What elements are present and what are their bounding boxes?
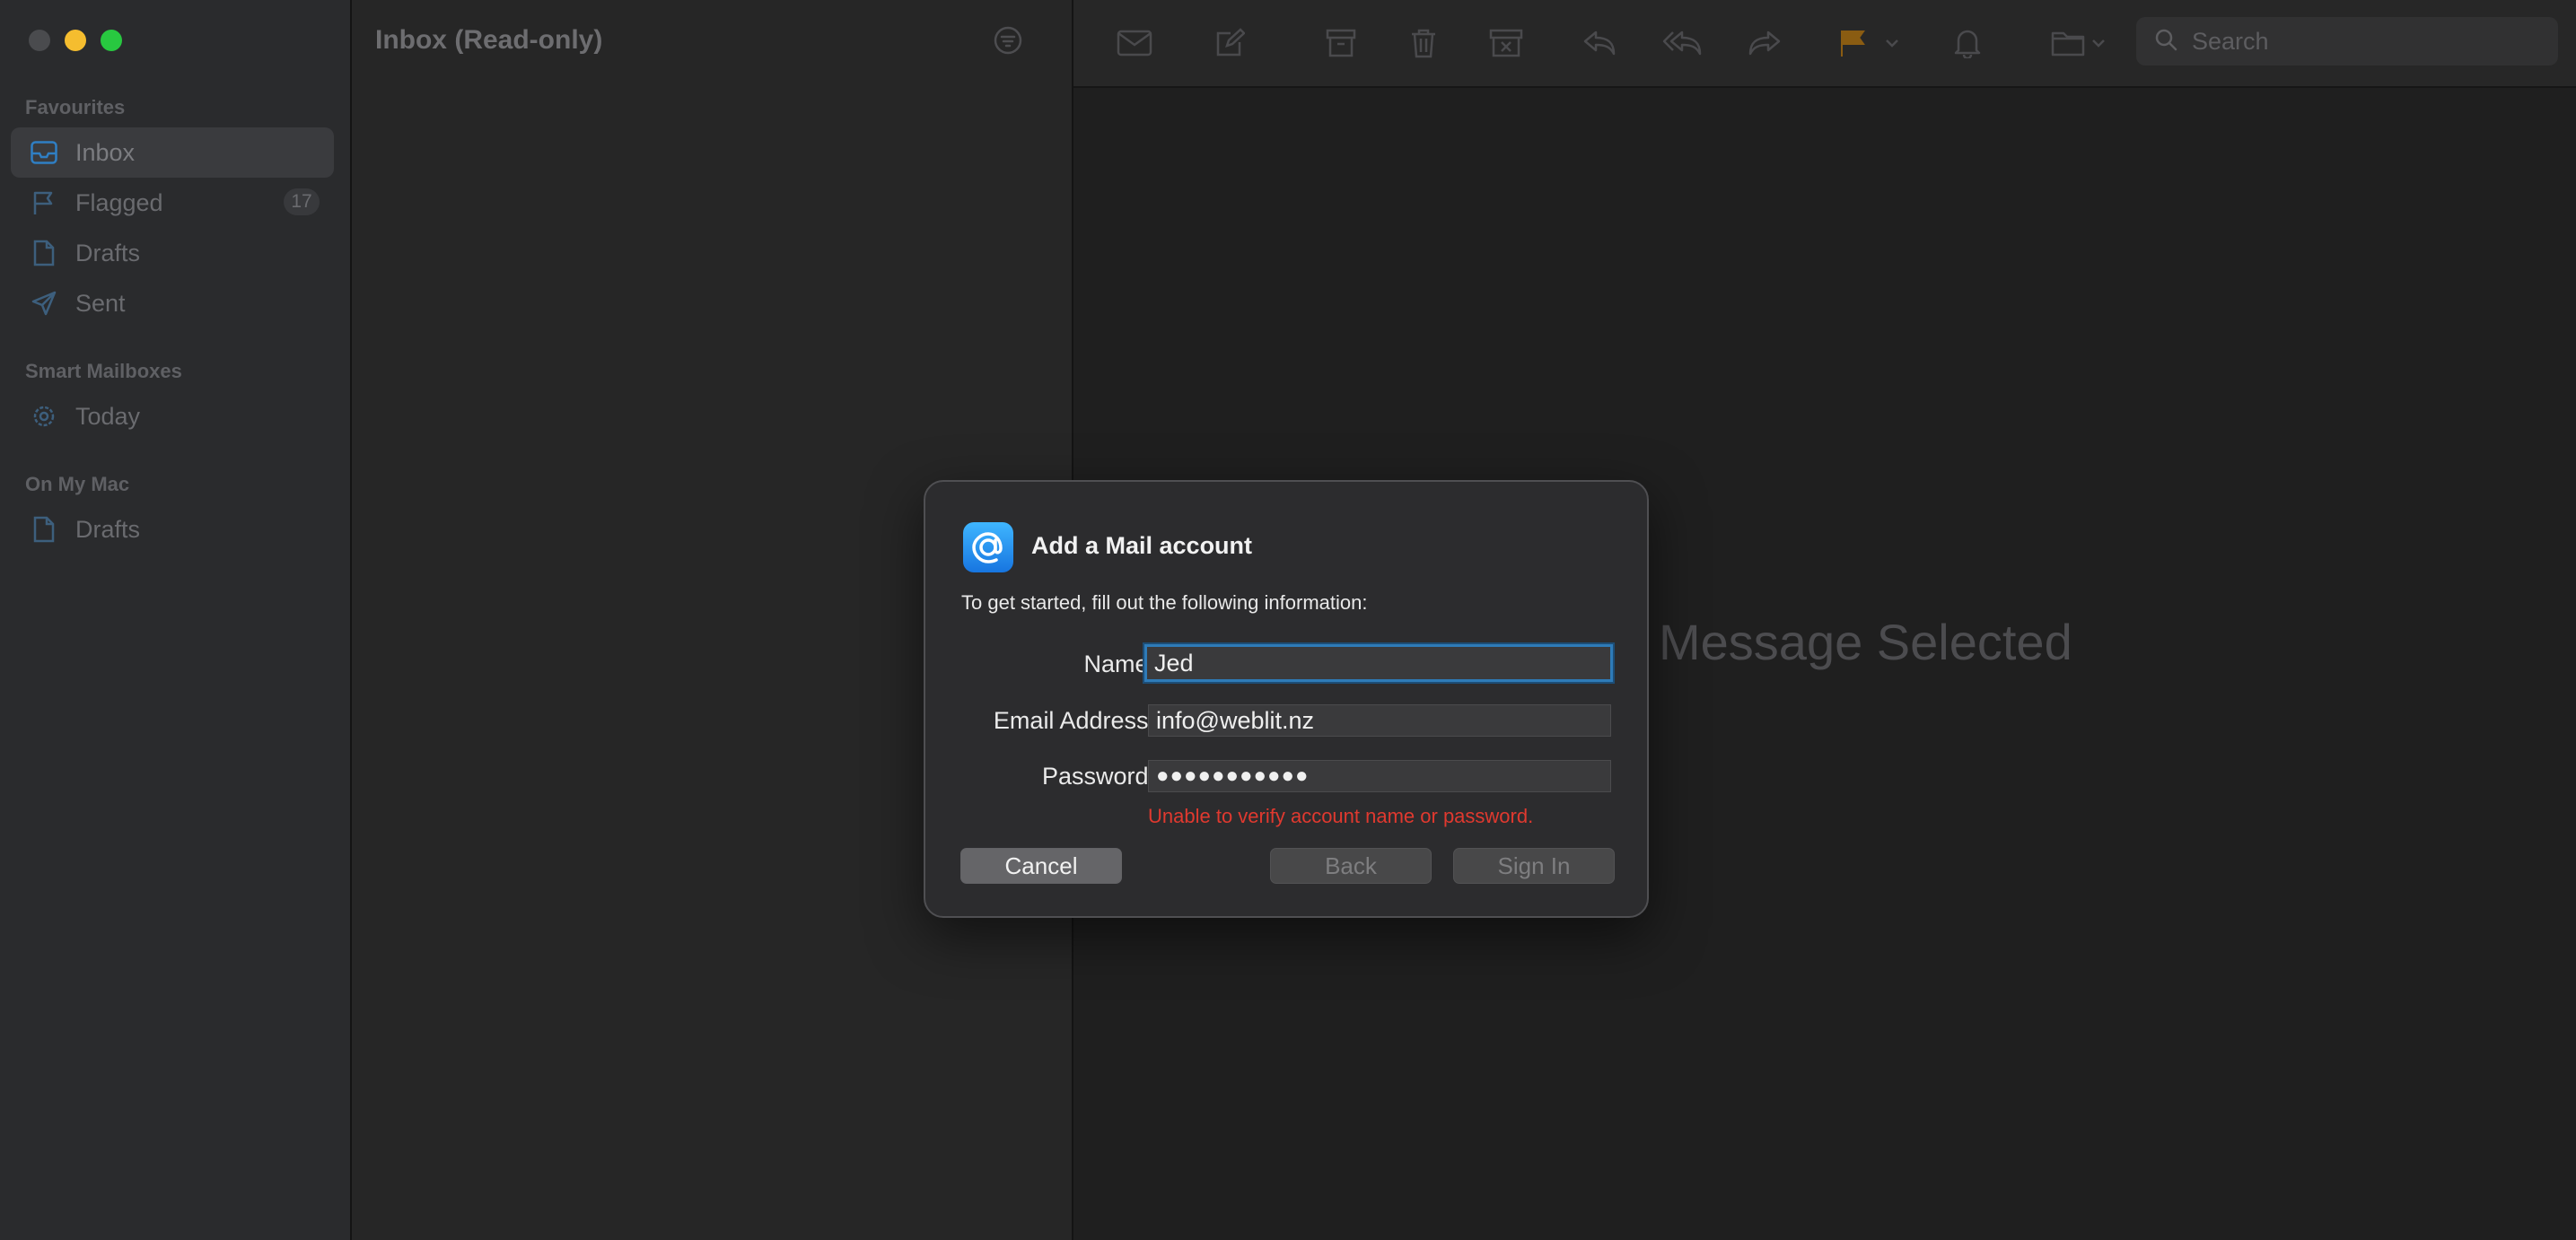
- sidebar-item-sent[interactable]: Sent: [11, 278, 334, 328]
- compose-icon[interactable]: [1210, 23, 1249, 63]
- gear-icon: [29, 401, 59, 432]
- cancel-button[interactable]: Cancel: [960, 848, 1122, 884]
- window-controls: [29, 30, 122, 51]
- flagged-count-badge: 17: [284, 188, 320, 215]
- forward-icon[interactable]: [1745, 23, 1784, 63]
- junk-icon[interactable]: [1486, 23, 1526, 63]
- flag-icon[interactable]: [1833, 23, 1872, 63]
- sidebar-item-label: Drafts: [75, 515, 141, 543]
- zoom-button[interactable]: [101, 30, 122, 51]
- password-field[interactable]: [1148, 760, 1611, 792]
- smart-mailboxes-heading: Smart Mailboxes: [25, 360, 182, 382]
- document-icon: [29, 238, 59, 268]
- search-icon: [2154, 28, 2177, 56]
- sidebar-item-label: Today: [75, 402, 141, 430]
- back-button[interactable]: Back: [1270, 848, 1432, 884]
- sidebar-item-drafts[interactable]: Drafts: [11, 228, 334, 278]
- email-field[interactable]: [1148, 704, 1611, 737]
- flag-icon: [29, 188, 59, 218]
- sidebar-item-label: Drafts: [75, 239, 141, 266]
- sidebar-item-inbox[interactable]: Inbox: [11, 127, 334, 178]
- mailbox-title: Inbox (Read-only): [375, 25, 603, 55]
- filter-icon[interactable]: [993, 25, 1023, 60]
- chevron-down-icon[interactable]: [2088, 23, 2109, 63]
- archive-icon[interactable]: [1321, 23, 1361, 63]
- envelope-icon[interactable]: [1115, 23, 1154, 63]
- move-folder-icon[interactable]: [2048, 23, 2088, 63]
- toolbar: [1073, 0, 2576, 88]
- sidebar-item-today[interactable]: Today: [11, 391, 334, 441]
- sidebar: Favourites Inbox Flagged 17 Drafts Sent …: [0, 0, 352, 1240]
- error-message: Unable to verify account name or passwor…: [1148, 805, 1534, 827]
- mail-at-icon: [963, 522, 1013, 572]
- trash-icon[interactable]: [1404, 23, 1443, 63]
- bell-icon[interactable]: [1948, 23, 1987, 63]
- favourites-heading: Favourites: [25, 96, 126, 118]
- inbox-icon: [29, 137, 59, 168]
- email-label: Email Address:: [993, 707, 1155, 734]
- sidebar-item-flagged[interactable]: Flagged 17: [11, 178, 334, 228]
- reply-icon[interactable]: [1580, 23, 1619, 63]
- sidebar-item-label: Flagged: [75, 188, 163, 216]
- paper-plane-icon: [29, 288, 59, 319]
- name-field[interactable]: [1144, 644, 1613, 682]
- document-icon: [29, 514, 59, 545]
- dialog-subtitle: To get started, fill out the following i…: [961, 591, 1368, 614]
- name-label: Name:: [1083, 651, 1155, 677]
- dialog-title: Add a Mail account: [1031, 532, 1253, 559]
- no-message-selected-text: Message Selected: [1659, 614, 2072, 670]
- sign-in-button[interactable]: Sign In: [1453, 848, 1615, 884]
- sidebar-item-label: Sent: [75, 289, 126, 317]
- on-my-mac-heading: On My Mac: [25, 473, 130, 495]
- add-mail-account-dialog: Add a Mail account To get started, fill …: [924, 480, 1649, 918]
- reply-all-icon[interactable]: [1662, 23, 1702, 63]
- search-input[interactable]: [2190, 26, 2535, 57]
- minimize-button[interactable]: [65, 30, 86, 51]
- sidebar-item-label: Inbox: [75, 138, 136, 166]
- search-field[interactable]: [2136, 17, 2558, 65]
- sidebar-item-mac-drafts[interactable]: Drafts: [11, 504, 334, 555]
- password-label: Password:: [1041, 763, 1155, 790]
- chevron-down-icon[interactable]: [1881, 23, 1903, 63]
- close-button[interactable]: [29, 30, 50, 51]
